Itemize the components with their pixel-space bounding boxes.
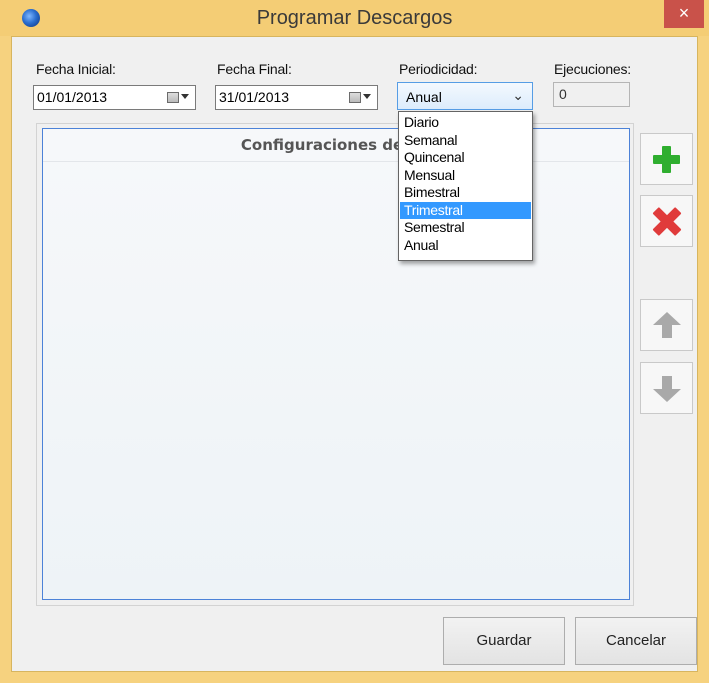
dropdown-arrow-icon (181, 94, 189, 99)
dropdown-arrow-icon (363, 94, 371, 99)
calendar-dropdown-button[interactable] (167, 90, 191, 105)
title-bar[interactable]: Programar Descargos × (0, 0, 709, 36)
periodicidad-select[interactable]: Anual ⌄ (397, 82, 533, 110)
save-button[interactable]: Guardar (443, 617, 565, 665)
calendar-icon (349, 92, 361, 103)
dropdown-option-mensual[interactable]: Mensual (400, 167, 531, 184)
periodicidad-label: Periodicidad: (399, 61, 478, 77)
cancel-button[interactable]: Cancelar (575, 617, 697, 665)
fecha-final-picker[interactable]: 31/01/2013 (215, 85, 378, 110)
dialog-window: Programar Descargos × Fecha Inicial: 01/… (0, 0, 709, 683)
dropdown-option-semestral[interactable]: Semestral (400, 219, 531, 236)
move-up-button[interactable] (640, 299, 693, 351)
dropdown-option-anual[interactable]: Anual (400, 237, 531, 254)
ejecuciones-label: Ejecuciones: (554, 61, 631, 77)
fecha-final-value: 31/01/2013 (219, 89, 290, 105)
dropdown-option-bimestral[interactable]: Bimestral (400, 184, 531, 201)
dropdown-option-quincenal[interactable]: Quincenal (400, 149, 531, 166)
calendar-icon (167, 92, 179, 103)
fecha-inicial-picker[interactable]: 01/01/2013 (33, 85, 196, 110)
close-button[interactable]: × (664, 0, 704, 28)
delete-button[interactable] (640, 195, 693, 247)
ejecuciones-field: 0 (553, 82, 630, 107)
fecha-final-label: Fecha Final: (217, 61, 292, 77)
configuraciones-grid[interactable]: Configuraciones de De (42, 128, 630, 600)
dropdown-option-diario[interactable]: Diario (400, 114, 531, 131)
periodicidad-dropdown-list[interactable]: Diario Semanal Quincenal Mensual Bimestral Tr… (398, 111, 533, 261)
dropdown-option-trimestral[interactable]: Trimestral (400, 201, 531, 219)
move-down-button[interactable] (640, 362, 693, 414)
chevron-down-icon: ⌄ (512, 87, 524, 103)
periodicidad-value: Anual (406, 89, 442, 105)
grid-header: Configuraciones de De (43, 129, 629, 162)
add-button[interactable] (640, 133, 693, 185)
fecha-inicial-value: 01/01/2013 (37, 89, 108, 105)
calendar-dropdown-button[interactable] (349, 90, 373, 105)
ejecuciones-value: 0 (559, 86, 567, 102)
dropdown-option-semanal[interactable]: Semanal (400, 132, 531, 149)
window-title: Programar Descargos (256, 7, 453, 29)
fecha-inicial-label: Fecha Inicial: (36, 61, 116, 77)
